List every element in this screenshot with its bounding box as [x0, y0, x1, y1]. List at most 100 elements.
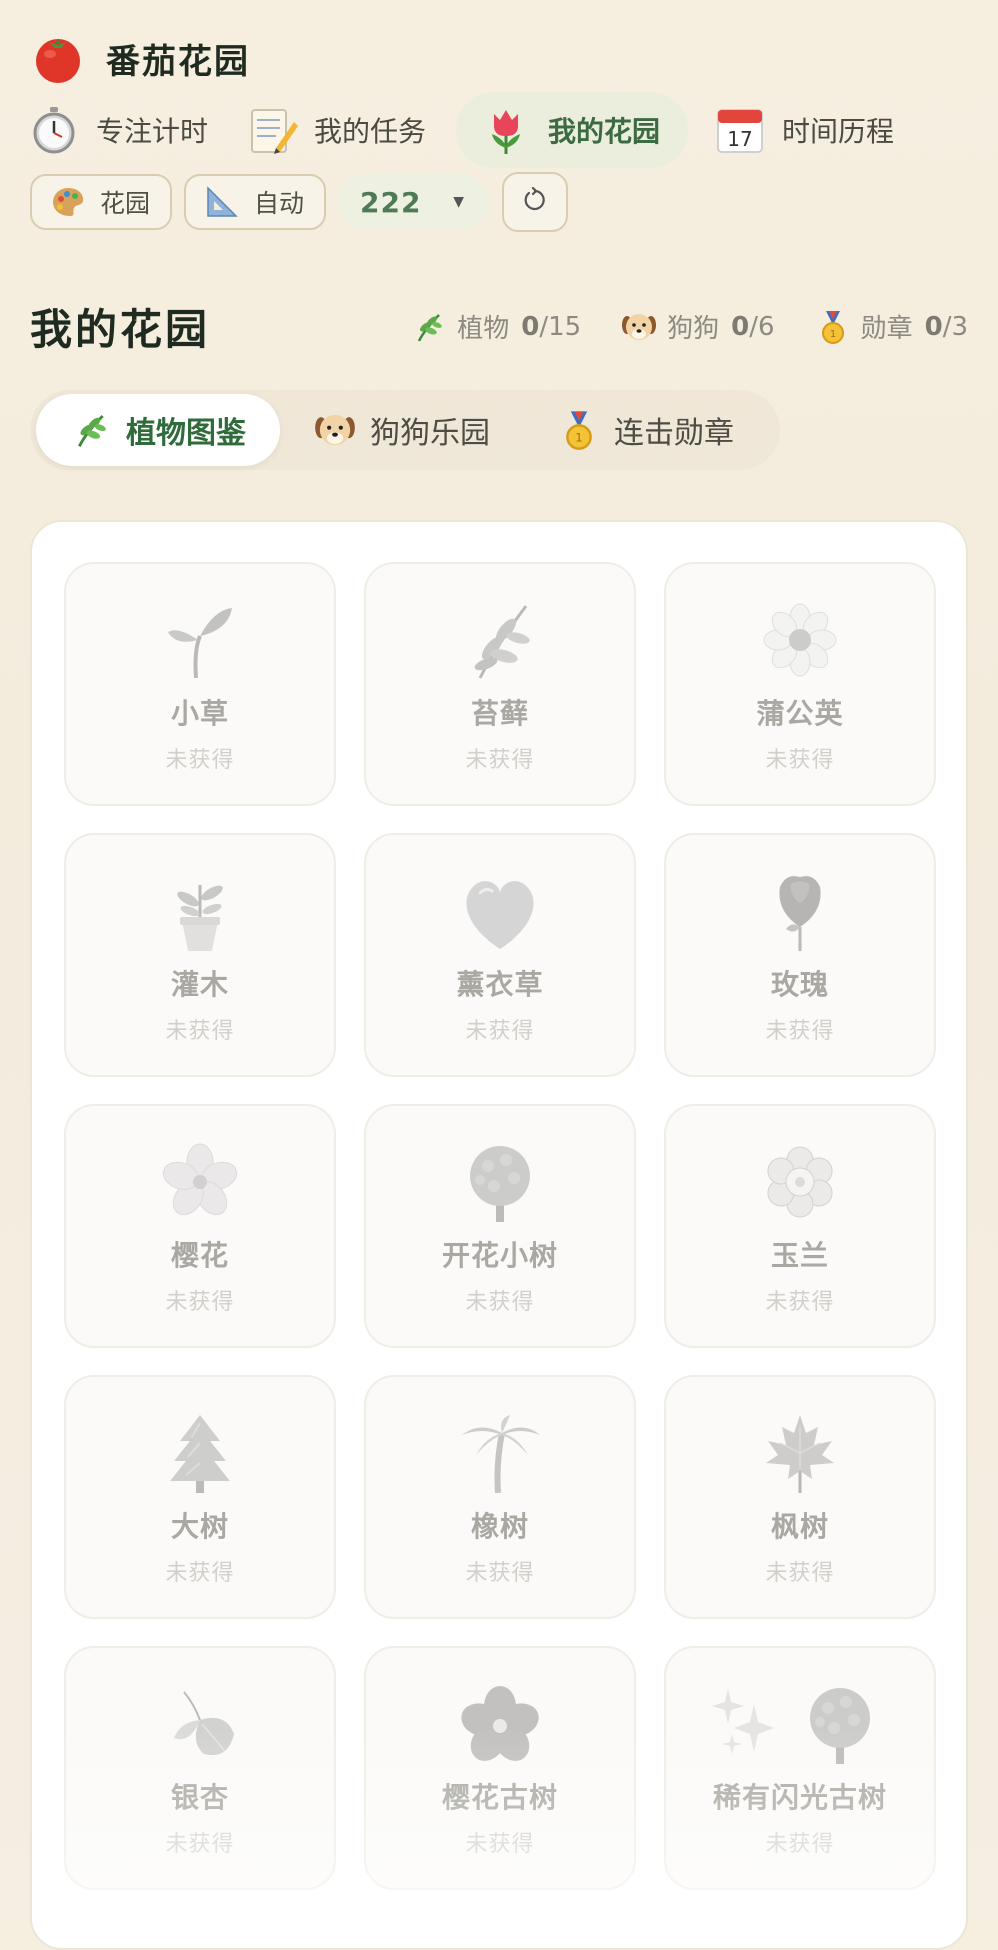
dogs-stat-label: 狗狗 [667, 314, 720, 344]
plant-name: 稀有闪光古树 [712, 1781, 887, 1814]
medal-icon: 1 [815, 309, 851, 345]
plant-card[interactable]: 薰衣草 未获得 [364, 833, 636, 1077]
plant-card[interactable]: 枫树 未获得 [664, 1375, 936, 1619]
rose-icon [750, 871, 850, 951]
plant-name: 玫瑰 [770, 968, 829, 1001]
plant-status: 未获得 [765, 1561, 835, 1586]
page-title: 我的花园 [30, 305, 211, 354]
plant-status: 未获得 [165, 1832, 235, 1857]
nav-tab-my-tasks[interactable]: 我的任务 [238, 92, 438, 168]
herb-icon [450, 600, 550, 680]
herb-icon [411, 309, 447, 345]
plant-status: 未获得 [165, 1290, 235, 1315]
medal-icon: 1 [558, 409, 600, 451]
refresh-button[interactable] [502, 172, 569, 232]
seedling-icon [150, 600, 250, 680]
plant-name: 小草 [170, 697, 229, 730]
palette-icon [50, 184, 86, 220]
plant-name: 橡树 [470, 1510, 529, 1543]
plant-card[interactable]: 大树 未获得 [64, 1375, 336, 1619]
tab-label: 植物图鉴 [126, 416, 246, 451]
plant-card[interactable]: 小草 未获得 [64, 562, 336, 806]
rosette-icon [750, 1142, 850, 1222]
plant-card[interactable]: 玉兰 未获得 [664, 1104, 936, 1348]
plant-name: 蒲公英 [756, 697, 844, 730]
tab-plant-guide[interactable]: 植物图鉴 [36, 394, 280, 466]
plant-card[interactable]: 银杏 未获得 [64, 1646, 336, 1890]
tulip-icon [480, 104, 532, 156]
dogs-stat-total: /6 [749, 311, 775, 342]
garden-theme-label: 花园 [100, 189, 151, 218]
svg-text:1: 1 [829, 329, 835, 340]
plant-status: 未获得 [165, 1019, 235, 1044]
tomato-icon [30, 30, 86, 86]
collection-stats: 植物 0/15 狗狗 0/6 1 勋章 0/3 [371, 308, 968, 345]
plant-status: 未获得 [765, 748, 835, 773]
plant-card[interactable]: 樱花古树 未获得 [364, 1646, 636, 1890]
plant-card[interactable]: 橡树 未获得 [364, 1375, 636, 1619]
leaves-icon [150, 1684, 250, 1764]
dogs-stat-count: 0 [731, 311, 750, 342]
garden-select-value: 222 [360, 185, 422, 219]
plant-status: 未获得 [765, 1019, 835, 1044]
plant-card[interactable]: 玫瑰 未获得 [664, 833, 936, 1077]
plant-name: 开花小树 [441, 1239, 558, 1272]
herb-icon [70, 409, 112, 451]
maple-leaf-icon [750, 1413, 850, 1493]
nav-tab-label: 我的任务 [314, 115, 427, 148]
plant-name: 樱花 [170, 1239, 229, 1272]
sparkles-tree-icon [710, 1684, 890, 1764]
plants-stat-label: 植物 [457, 314, 510, 344]
round-tree-icon [450, 1142, 550, 1222]
plants-stat: 植物 0/15 [411, 308, 581, 345]
app-title: 番茄花园 [106, 41, 250, 82]
potted-plant-icon [150, 871, 250, 951]
plant-card[interactable]: 苔藓 未获得 [364, 562, 636, 806]
nav-tab-focus-timer[interactable]: 专注计时 [20, 92, 220, 168]
plant-status: 未获得 [165, 1561, 235, 1586]
dogs-stat: 狗狗 0/6 [621, 308, 775, 345]
plant-name: 樱花古树 [441, 1781, 558, 1814]
medals-stat-label: 勋章 [860, 314, 913, 344]
hibiscus-icon [450, 1684, 550, 1764]
auto-layout-button[interactable]: 自动 [184, 174, 327, 230]
tab-combo-medals[interactable]: 1 连击勋章 [524, 394, 768, 466]
plant-collection-panel: 小草 未获得 苔藓 未获得 蒲公英 未获得 灌木 未获得 薰衣草 未获得 玫瑰 … [30, 520, 968, 1950]
plant-card[interactable]: 稀有闪光古树 未获得 [664, 1646, 936, 1890]
plant-card[interactable]: 樱花 未获得 [64, 1104, 336, 1348]
calendar-icon: 17 [714, 104, 766, 156]
plant-grid: 小草 未获得 苔藓 未获得 蒲公英 未获得 灌木 未获得 薰衣草 未获得 玫瑰 … [64, 562, 936, 1890]
plant-card[interactable]: 灌木 未获得 [64, 833, 336, 1077]
plants-stat-count: 0 [521, 311, 540, 342]
garden-theme-button[interactable]: 花园 [30, 174, 173, 230]
nav-tab-time-history[interactable]: 17 时间历程 [706, 92, 906, 168]
memo-icon [246, 104, 299, 156]
plant-status: 未获得 [465, 1832, 535, 1857]
nav-tab-label: 时间历程 [782, 115, 895, 148]
toolbar: 花园 自动 222 ▼ [30, 172, 569, 232]
plant-status: 未获得 [465, 748, 535, 773]
refresh-icon [522, 186, 548, 217]
dog-icon [621, 309, 657, 345]
plant-name: 灌木 [170, 968, 229, 1001]
medals-stat: 1 勋章 0/3 [815, 308, 968, 345]
plant-name: 薰衣草 [456, 968, 544, 1001]
plants-stat-total: /15 [539, 311, 582, 342]
caret-down-icon: ▼ [453, 194, 465, 210]
plant-name: 大树 [170, 1510, 229, 1543]
dog-icon [314, 409, 356, 451]
auto-layout-label: 自动 [254, 189, 305, 218]
plant-card[interactable]: 开花小树 未获得 [364, 1104, 636, 1348]
garden-select[interactable]: 222 ▼ [338, 174, 489, 230]
plant-card[interactable]: 蒲公英 未获得 [664, 562, 936, 806]
tab-dog-park[interactable]: 狗狗乐园 [280, 394, 524, 466]
plant-status: 未获得 [465, 1290, 535, 1315]
nav-tab-label: 我的花园 [548, 115, 661, 148]
evergreen-tree-icon [150, 1413, 250, 1493]
palm-tree-icon [450, 1413, 550, 1494]
nav-tab-my-garden[interactable]: 我的花园 [456, 92, 689, 168]
cherry-blossom-icon [150, 1142, 250, 1222]
stopwatch-icon [28, 104, 80, 156]
plant-status: 未获得 [765, 1290, 835, 1315]
medals-stat-count: 0 [924, 311, 943, 342]
